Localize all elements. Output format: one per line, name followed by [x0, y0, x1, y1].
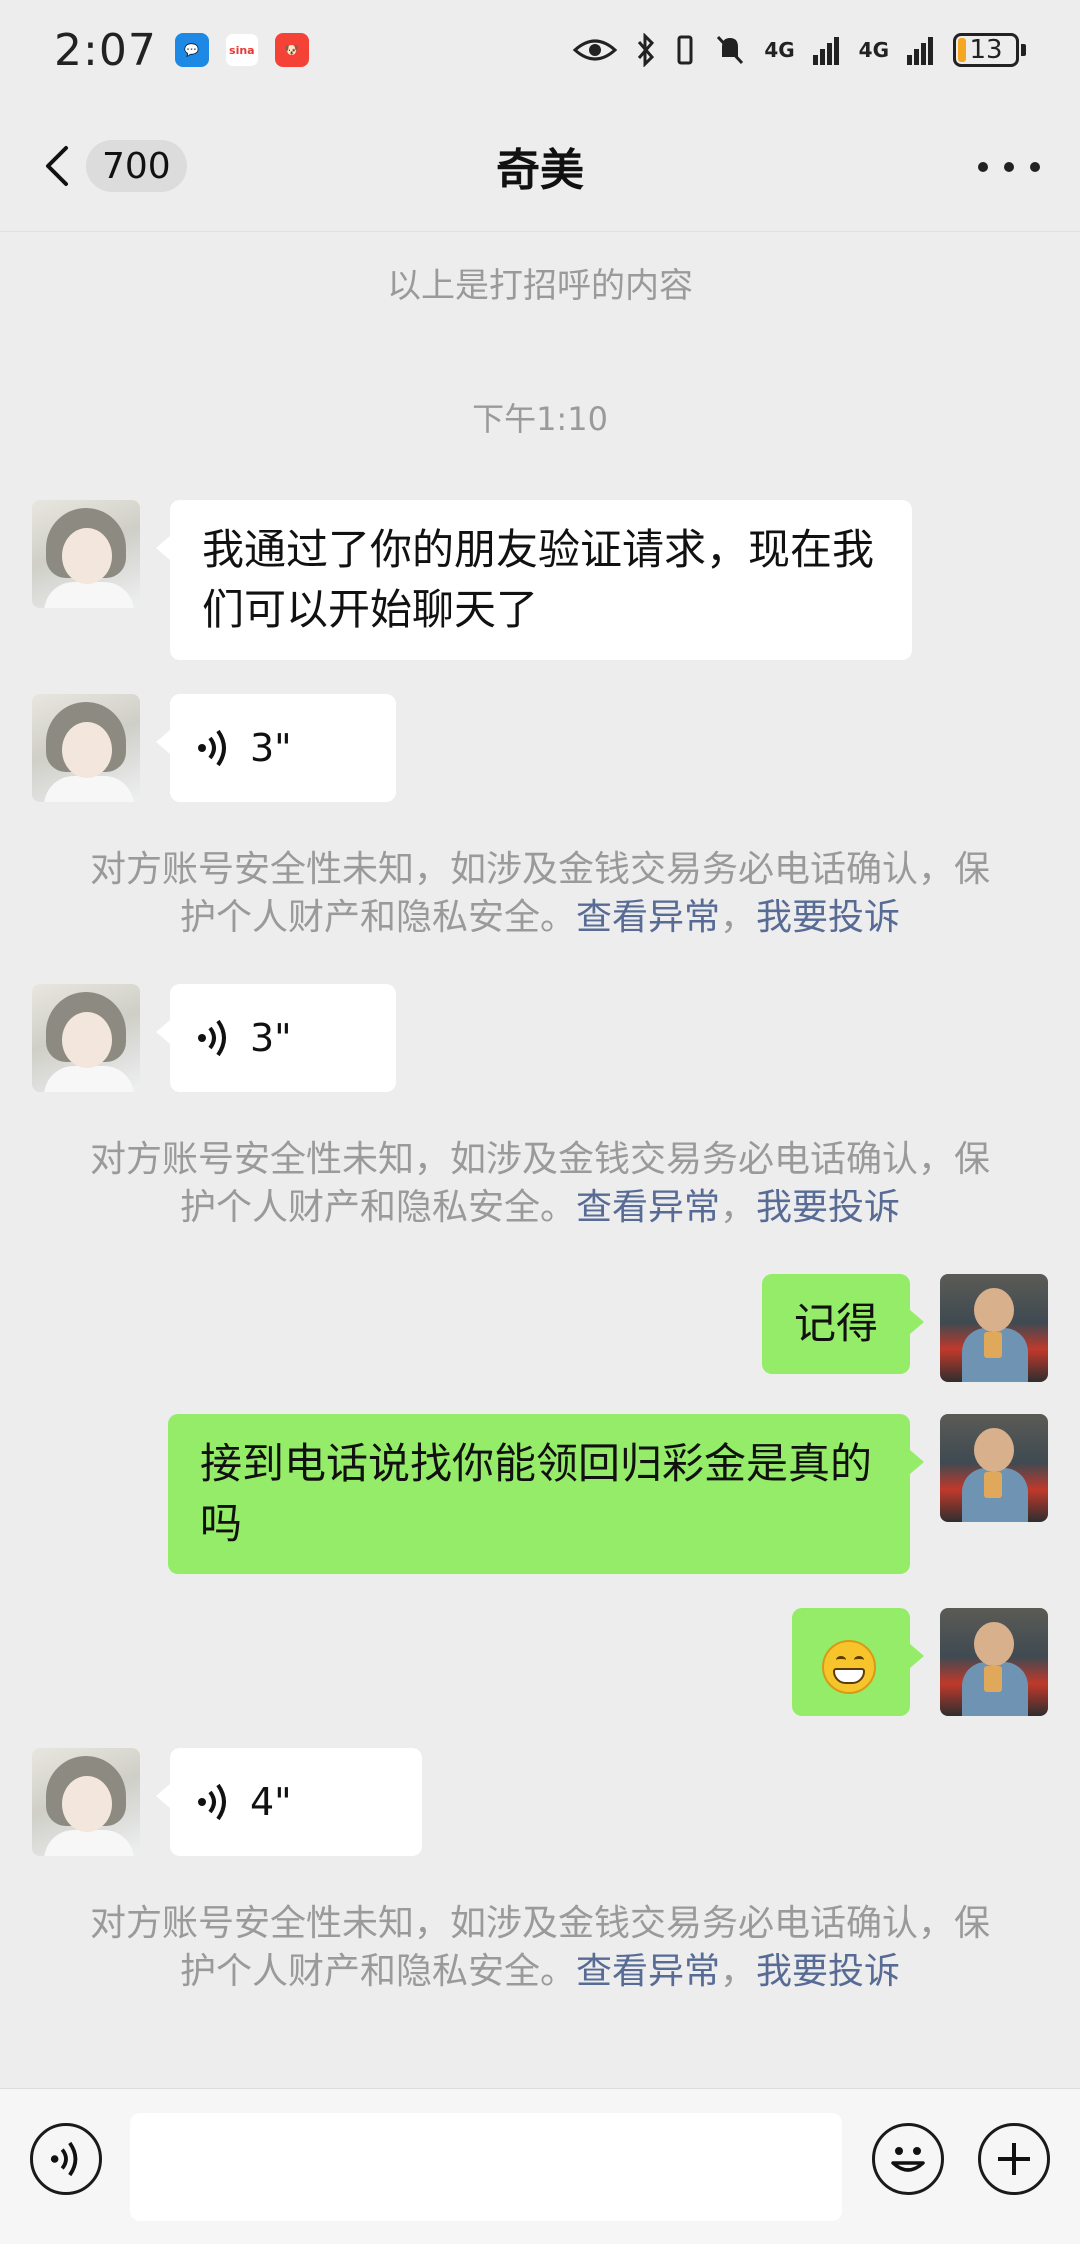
security-notice-text: 对方账号安全性未知，如涉及金钱交易务必电话确认，保护个人财产和隐私安全。查看异常…	[80, 1136, 1000, 1232]
mute-bell-icon	[717, 35, 744, 65]
incoming-voice-message[interactable]: 3"	[156, 694, 396, 802]
greeting-note: 以上是打招呼的内容	[387, 266, 693, 306]
incoming-text-message[interactable]: 我通过了你的朋友验证请求，现在我们可以开始聊天了	[156, 500, 912, 660]
outgoing-emoji-message[interactable]	[792, 1608, 924, 1716]
notification-icons: 💬 sina 🐶	[174, 33, 309, 67]
view-abnormal-link[interactable]: 查看异常	[576, 897, 720, 938]
incoming-voice-message[interactable]: 3"	[156, 984, 396, 1092]
status-time: 2:07	[54, 24, 157, 76]
battery-level: 13	[969, 35, 1003, 65]
contact-avatar[interactable]	[32, 694, 140, 802]
signal-2-icon: 4G	[858, 38, 889, 62]
sina-app-icon: sina	[224, 33, 259, 67]
voice-duration: 3"	[250, 726, 292, 770]
security-notice: 对方账号安全性未知，如涉及金钱交易务必电话确认，保护个人财产和隐私安全。查看异常…	[0, 846, 1080, 942]
notice-separator: ，	[720, 897, 757, 938]
more-functions-button[interactable]	[978, 2123, 1050, 2195]
contact-avatar[interactable]	[32, 984, 140, 1092]
chat-messages[interactable]: 以上是打招呼的内容 下午1:10 我通过了你的朋友验证请求，现在我们可以开始聊天…	[0, 232, 1080, 2088]
message-app-icon: 💬	[174, 33, 209, 67]
voice-wave-icon	[198, 729, 226, 767]
voice-wave-icon	[198, 1019, 226, 1057]
message-timestamp: 下午1:10	[472, 400, 608, 438]
shopping-app-icon: 🐶	[274, 33, 309, 67]
smiley-icon	[891, 2147, 925, 2172]
more-options-button[interactable]	[978, 150, 1040, 184]
my-avatar[interactable]	[940, 1608, 1048, 1716]
bluetooth-icon	[638, 33, 655, 67]
message-input[interactable]	[130, 2113, 842, 2221]
signal-bars-icon	[812, 37, 839, 65]
view-abnormal-link[interactable]: 查看异常	[576, 1187, 720, 1228]
security-notice: 对方账号安全性未知，如涉及金钱交易务必电话确认，保护个人财产和隐私安全。查看异常…	[0, 1900, 1080, 1996]
back-button[interactable]	[40, 142, 76, 190]
outgoing-text-message[interactable]: 记得	[761, 1274, 925, 1374]
report-link[interactable]: 我要投诉	[756, 897, 900, 938]
emoji-button[interactable]	[872, 2123, 944, 2195]
notice-separator: ，	[720, 1951, 757, 1992]
eye-icon	[573, 39, 618, 61]
system-icons: 4G 4G 13	[572, 33, 1026, 67]
battery-icon: 13	[953, 33, 1026, 67]
my-avatar[interactable]	[940, 1414, 1048, 1522]
signal-bars-icon	[907, 37, 933, 65]
voice-input-button[interactable]	[30, 2123, 102, 2195]
view-abnormal-link[interactable]: 查看异常	[576, 1951, 720, 1992]
vibrate-icon	[677, 35, 693, 65]
voice-wave-icon	[198, 1783, 226, 1821]
contact-avatar[interactable]	[32, 1748, 140, 1856]
chevron-left-icon	[46, 146, 68, 186]
report-link[interactable]: 我要投诉	[756, 1187, 900, 1228]
incoming-voice-message[interactable]: 4"	[156, 1748, 422, 1856]
voice-wave-icon	[50, 2141, 78, 2177]
notice-separator: ，	[720, 1187, 757, 1228]
unread-count-badge[interactable]: 700	[86, 140, 187, 192]
chat-header: 700 奇美	[0, 100, 1080, 232]
security-notice-text: 对方账号安全性未知，如涉及金钱交易务必电话确认，保护个人财产和隐私安全。查看异常…	[80, 846, 1000, 942]
voice-duration: 4"	[250, 1780, 292, 1824]
my-avatar[interactable]	[940, 1274, 1048, 1382]
voice-duration: 3"	[250, 1016, 292, 1060]
report-link[interactable]: 我要投诉	[756, 1951, 900, 1992]
outgoing-text-message[interactable]: 接到电话说找你能领回归彩金是真的吗	[168, 1414, 924, 1574]
security-notice: 对方账号安全性未知，如涉及金钱交易务必电话确认，保护个人财产和隐私安全。查看异常…	[0, 1136, 1080, 1232]
status-bar: 2:07 💬 sina 🐶 4G 4G 13	[0, 0, 1080, 100]
more-dot-icon	[1030, 162, 1040, 172]
more-dot-icon	[978, 162, 988, 172]
security-notice-text: 对方账号安全性未知，如涉及金钱交易务必电话确认，保护个人财产和隐私安全。查看异常…	[80, 1900, 1000, 1996]
plus-icon	[998, 2143, 1030, 2175]
signal-1-icon: 4G	[764, 38, 795, 62]
more-dot-icon	[1004, 162, 1014, 172]
message-input-bar	[0, 2088, 1080, 2244]
contact-avatar[interactable]	[32, 500, 140, 608]
grinning-face-icon	[822, 1639, 876, 1694]
